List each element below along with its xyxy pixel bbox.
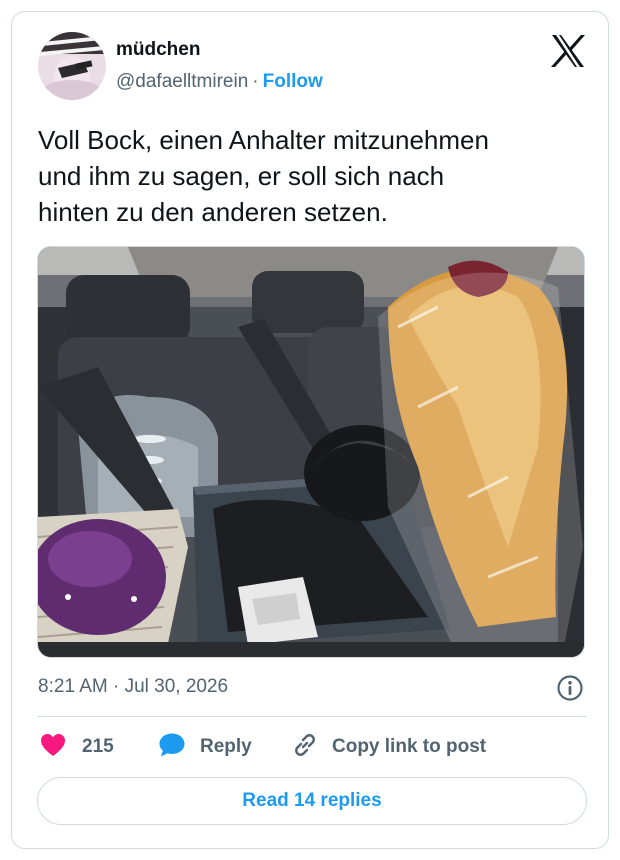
- tweet-photo[interactable]: [37, 246, 585, 658]
- reply-label: Reply: [200, 736, 252, 757]
- tweet-card: müdchen @dafaelltmirein · Follow Voll Bock…: [11, 11, 609, 849]
- avatar[interactable]: [38, 32, 106, 100]
- user-handle[interactable]: @dafaelltmirein: [116, 71, 248, 92]
- info-icon[interactable]: [556, 674, 584, 702]
- tweet-timestamp[interactable]: 8:21 AM · Jul 30, 2026: [38, 674, 228, 700]
- like-count: 215: [82, 736, 114, 757]
- follow-button[interactable]: Follow: [263, 71, 323, 92]
- handle-row: @dafaelltmirein · Follow: [116, 70, 323, 94]
- read-replies-button[interactable]: Read 14 replies: [37, 777, 587, 825]
- tweet-text: Voll Bock, einen Anhalter mitzunehmen un…: [38, 125, 489, 227]
- reply-button[interactable]: Reply: [158, 732, 252, 762]
- divider: [38, 716, 586, 717]
- copy-link-label: Copy link to post: [332, 736, 487, 757]
- speech-bubble-icon: [158, 732, 186, 763]
- display-name[interactable]: müdchen: [116, 38, 323, 62]
- handle-separator: ·: [252, 71, 259, 92]
- user-block: müdchen @dafaelltmirein · Follow: [116, 38, 323, 94]
- like-button[interactable]: 215: [40, 732, 114, 762]
- copy-link-button[interactable]: Copy link to post: [290, 732, 486, 762]
- link-icon: [290, 730, 320, 765]
- x-logo-icon[interactable]: [550, 34, 586, 68]
- heart-icon: [40, 733, 66, 762]
- action-bar: 215 Reply Copy link to post: [40, 732, 588, 762]
